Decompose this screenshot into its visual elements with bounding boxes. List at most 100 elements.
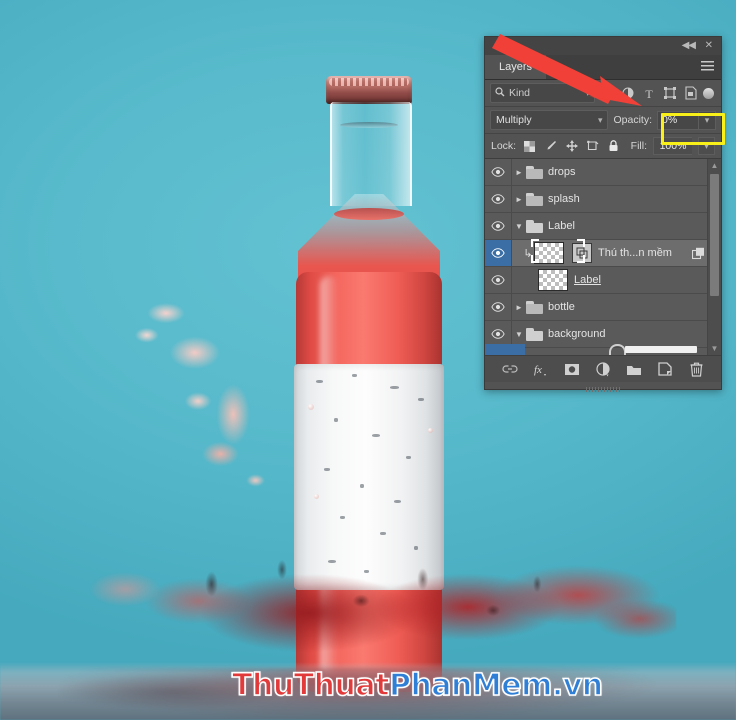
fill-label: Fill: [630, 140, 647, 152]
layer-list-scrollbar[interactable]: ▲ ▼ [707, 159, 721, 355]
group-expand-arrow-icon[interactable]: ► [512, 195, 526, 204]
group-expand-arrow-icon[interactable]: ► [512, 168, 526, 177]
eye-icon [491, 248, 505, 258]
folder-icon [526, 165, 543, 179]
folder-icon [526, 219, 543, 233]
watermark-part-3: .vn [551, 667, 604, 704]
layer-thumbnail [534, 242, 564, 264]
liquid-surface [334, 208, 404, 220]
smart-object-badge-icon [572, 243, 592, 263]
blend-mode-row: Multiply ▾ Opacity: 0% ▾ [485, 107, 721, 134]
watermark-part-1: ThuThuat [231, 667, 390, 704]
layer-visibility-toggle[interactable] [485, 240, 512, 266]
panel-title-bar: ◀◀ ✕ [485, 37, 721, 55]
folder-icon [526, 192, 543, 206]
opacity-label: Opacity: [613, 114, 652, 126]
left-splash-droplets [118, 300, 278, 520]
partial-row-arc-icon [609, 344, 626, 355]
layer-visibility-toggle[interactable] [485, 267, 512, 293]
adjustment-layer-filter-icon[interactable] [620, 85, 637, 102]
collapse-panel-icon[interactable]: ◀◀ [682, 40, 696, 52]
lock-row: Lock: Fill: 100% ▾ [485, 134, 721, 159]
lock-transparent-pixels-icon[interactable] [522, 139, 537, 154]
folder-icon [526, 327, 543, 341]
bottle-neck [330, 102, 412, 206]
filter-kind-label: Kind [509, 87, 531, 99]
layer-visibility-toggle[interactable] [485, 294, 512, 320]
delete-layer-trash-icon[interactable] [688, 361, 705, 378]
layer-visibility-toggle[interactable] [485, 159, 512, 185]
chevron-down-icon: ▾ [585, 87, 590, 98]
opacity-input[interactable]: 0% [657, 110, 698, 130]
folder-icon [526, 300, 543, 314]
layer-name: drops [548, 166, 576, 178]
svg-text:fx: fx [534, 364, 542, 376]
panel-resize-grip[interactable] [586, 387, 620, 392]
magnifier-icon [495, 86, 505, 100]
layers-panel-footer: fx [485, 355, 721, 382]
group-collapse-arrow-icon[interactable]: ▼ [512, 222, 526, 231]
watermark-part-2: PhanMem [388, 667, 553, 704]
layer-style-fx-icon[interactable]: fx [533, 361, 550, 378]
opacity-control: 0% ▾ [657, 110, 716, 130]
eye-icon [491, 329, 505, 339]
layer-row-drops[interactable]: ► drops [485, 159, 721, 186]
blend-mode-value: Multiply [496, 114, 532, 126]
lock-position-move-icon[interactable] [564, 139, 579, 154]
hamburger-menu-icon[interactable] [701, 61, 714, 72]
eye-icon [491, 167, 505, 177]
bottle-neck-ring [340, 122, 398, 128]
layer-list: ► drops ► splash ▼ Label ↳ Thú th...n mề… [485, 159, 721, 355]
linked-smart-object-icon [691, 246, 705, 260]
layer-row-bottle[interactable]: ► bottle [485, 294, 721, 321]
layer-row-label-group[interactable]: ▼ Label [485, 213, 721, 240]
layer-row-splash[interactable]: ► splash [485, 186, 721, 213]
chevron-down-icon: ▾ [597, 114, 603, 125]
layer-name: bottle [548, 301, 575, 313]
group-collapse-arrow-icon[interactable]: ▼ [512, 330, 526, 339]
smart-object-thumbnail-group [531, 239, 592, 264]
fill-input[interactable]: 100% [653, 137, 692, 155]
lock-artboard-nesting-icon[interactable] [585, 139, 600, 154]
close-panel-icon[interactable]: ✕ [705, 40, 713, 52]
group-expand-arrow-icon[interactable]: ► [512, 303, 526, 312]
opacity-chevron-down-icon[interactable]: ▾ [698, 110, 716, 130]
new-layer-icon[interactable] [657, 361, 674, 378]
smart-object-filter-icon[interactable] [682, 85, 699, 102]
new-adjustment-layer-icon[interactable] [595, 361, 612, 378]
layer-thumbnail [538, 269, 568, 291]
layer-visibility-toggle[interactable] [485, 213, 512, 239]
watermark-text: ThuThuatPhanMem.vn [231, 667, 604, 704]
panel-tab-bar: Layers [485, 55, 721, 80]
scroll-up-chevron-icon[interactable]: ▲ [708, 159, 721, 172]
blend-mode-dropdown[interactable]: Multiply ▾ [490, 110, 609, 130]
type-layer-filter-icon[interactable]: T [641, 85, 658, 102]
eye-icon [491, 221, 505, 231]
screenshot-root: ThuThuatPhanMem.vn ◀◀ ✕ Layers Kind ▾ T … [0, 0, 736, 720]
lock-all-padlock-icon[interactable] [606, 139, 621, 154]
layer-filter-row: Kind ▾ T [485, 80, 721, 107]
add-layer-mask-icon[interactable] [564, 361, 581, 378]
lock-label: Lock: [491, 140, 517, 152]
tab-layers[interactable]: Layers [485, 55, 547, 79]
layer-row-smart-object[interactable]: ↳ Thú th...n mềm [485, 239, 721, 267]
layer-name: splash [548, 193, 580, 205]
shape-layer-filter-icon[interactable] [661, 85, 678, 102]
splash-texture-detail [150, 548, 590, 668]
layer-name: Thú th...n mềm [598, 247, 672, 259]
fill-chevron-down-icon[interactable]: ▾ [698, 137, 715, 155]
filter-kind-dropdown[interactable]: Kind ▾ [490, 83, 595, 103]
svg-text:T: T [645, 87, 653, 100]
partial-row-thumbnail [625, 346, 697, 353]
new-group-icon[interactable] [626, 361, 643, 378]
eye-icon [491, 194, 505, 204]
filter-enable-toggle[interactable] [703, 87, 715, 99]
layer-visibility-toggle[interactable] [485, 186, 512, 212]
scrollbar-thumb[interactable] [710, 174, 719, 296]
eye-icon [491, 302, 505, 312]
pixel-layer-filter-icon[interactable] [599, 85, 616, 102]
scroll-down-chevron-icon[interactable]: ▼ [708, 342, 721, 355]
layer-row-label-pixel[interactable]: Label [485, 267, 721, 294]
link-layers-icon[interactable] [502, 361, 519, 378]
lock-image-pixels-brush-icon[interactable] [543, 139, 558, 154]
